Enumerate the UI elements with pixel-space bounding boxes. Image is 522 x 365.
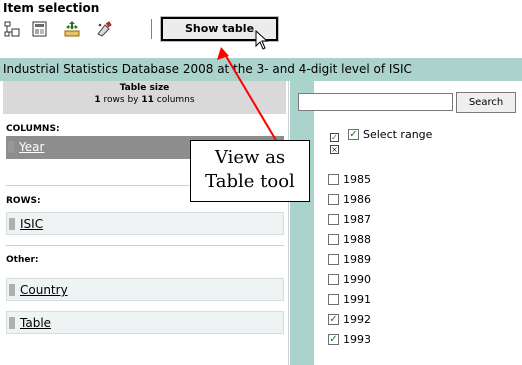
columns-label: COLUMNS: (6, 124, 60, 134)
year-checkbox[interactable]: ✓ (328, 314, 339, 325)
columns-word: columns (153, 95, 195, 105)
rows-word: rows by (100, 95, 142, 105)
year-option[interactable]: 1988 (328, 233, 478, 249)
year-selection-panel: Search ✓ × ✓ Select range 1985 1986 1987 19… (296, 81, 522, 365)
year-checkbox[interactable] (328, 194, 339, 205)
year-option[interactable]: 1986 (328, 193, 478, 209)
dimension-link-country[interactable]: Country (20, 283, 68, 297)
divider (6, 245, 284, 246)
table-size-summary: 1 rows by 11 columns (3, 95, 286, 105)
drag-handle-icon[interactable] (9, 284, 15, 296)
year-option[interactable]: 1991 (328, 293, 478, 309)
year-label: 1987 (343, 213, 371, 226)
year-checkbox[interactable] (328, 174, 339, 185)
select-range-label: Select range (363, 128, 433, 141)
dimension-link-table[interactable]: Table (20, 316, 51, 330)
toolbar-separator (151, 19, 152, 39)
layout-icon[interactable] (31, 20, 49, 38)
other-label: Other: (6, 255, 39, 265)
year-label: 1988 (343, 233, 371, 246)
drag-handle-icon[interactable] (9, 317, 15, 329)
search-button[interactable]: Search (456, 92, 516, 113)
year-label: 1990 (343, 273, 371, 286)
dimension-item-country[interactable]: Country (6, 278, 284, 301)
year-checkbox[interactable] (328, 234, 339, 245)
year-label: 1991 (343, 293, 371, 306)
table-size-title: Table size (119, 83, 170, 93)
dimension-link-year[interactable]: Year (19, 140, 44, 154)
database-title-bar: Industrial Statistics Database 2008 at t… (0, 58, 522, 81)
year-checkbox[interactable]: ✓ (328, 334, 339, 345)
year-option[interactable]: ✓ 1992 (328, 313, 478, 329)
year-option[interactable]: 1990 (328, 273, 478, 289)
year-label: 1986 (343, 193, 371, 206)
year-option[interactable]: 1987 (328, 213, 478, 229)
year-checkbox[interactable] (328, 214, 339, 225)
dimension-item-isic[interactable]: ISIC (6, 212, 284, 235)
drag-handle-icon[interactable] (9, 218, 15, 230)
table-size-box: Table size 1 rows by 11 columns (3, 81, 286, 114)
year-label: 1992 (343, 313, 371, 326)
year-option[interactable]: 1985 (328, 173, 478, 189)
dimension-link-isic[interactable]: ISIC (20, 217, 43, 231)
columns-count: 11 (141, 95, 154, 105)
drag-handle-icon[interactable] (8, 141, 14, 153)
callout-line-2: Table tool (205, 171, 295, 192)
deselect-all-icon[interactable]: × (330, 145, 339, 154)
page-heading: Item selection (3, 1, 100, 15)
year-option[interactable]: ✓ 1993 (328, 333, 478, 349)
pivot-icon[interactable] (3, 20, 21, 38)
move-icon[interactable] (63, 20, 81, 38)
year-label: 1985 (343, 173, 371, 186)
select-range-checkbox[interactable]: ✓ (348, 129, 359, 140)
item-selection-panel: Table size 1 rows by 11 columns COLUMNS:… (0, 81, 289, 365)
view-as-table-tool-callout: View as Table tool (190, 140, 310, 202)
dimension-item-table[interactable]: Table (6, 311, 284, 334)
year-label: 1989 (343, 253, 371, 266)
rows-label: ROWS: (6, 196, 41, 206)
year-checkbox[interactable] (328, 294, 339, 305)
callout-line-1: View as (214, 147, 286, 168)
year-checkbox[interactable] (328, 254, 339, 265)
year-label: 1993 (343, 333, 371, 346)
clear-icon[interactable] (95, 20, 113, 38)
mouse-cursor-icon (255, 30, 269, 50)
year-checkbox[interactable] (328, 274, 339, 285)
select-all-icon[interactable]: ✓ (330, 133, 339, 142)
year-option[interactable]: 1989 (328, 253, 478, 269)
search-input[interactable] (298, 93, 453, 111)
